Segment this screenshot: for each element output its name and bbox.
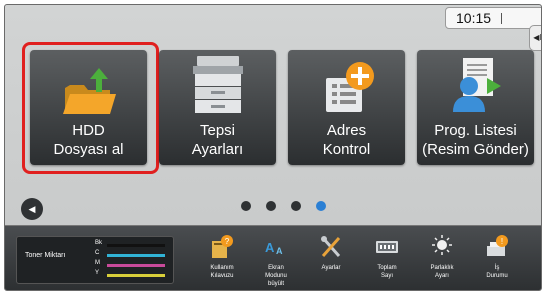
- button-label: İş Durumu: [470, 264, 524, 280]
- counter-icon: [376, 241, 398, 253]
- tile-label: Tepsi Ayarları: [159, 121, 276, 159]
- tile-label: Prog. Listesi (Resim Gönder): [417, 121, 534, 159]
- toner-row-m: M: [95, 260, 171, 270]
- status-clock: 10:15: [445, 7, 541, 29]
- label-line: Ayarı: [435, 273, 449, 279]
- side-panel-toggle[interactable]: ◀‖: [529, 25, 541, 51]
- toner-level-panel[interactable]: Toner Miktarı Bk C M Y: [16, 236, 174, 284]
- button-label: Kullanım Kılavuzu: [195, 264, 249, 280]
- selection-highlight: [22, 42, 159, 174]
- label-line: Parlaklık: [430, 265, 454, 271]
- toner-label: M: [95, 260, 100, 266]
- button-label: Parlaklık Ayarı: [415, 264, 469, 280]
- toner-row-c: C: [95, 250, 171, 260]
- clock-divider: [501, 13, 503, 24]
- job-status-button[interactable]: ! İş Durumu: [470, 234, 524, 290]
- toner-bar: [107, 254, 165, 257]
- svg-text:A: A: [276, 246, 283, 256]
- page-dot[interactable]: [266, 201, 276, 211]
- wrench-screwdriver-icon: [321, 236, 341, 257]
- text-magnify-icon: A A: [265, 240, 283, 256]
- brightness-button[interactable]: Parlaklık Ayarı: [415, 234, 469, 290]
- svg-text:A: A: [265, 240, 275, 255]
- previous-page-button[interactable]: ◀: [21, 198, 43, 220]
- toner-bar: [107, 244, 165, 247]
- job-status-icon: !: [487, 235, 508, 256]
- tile-label-line2: Ayarları: [191, 141, 244, 158]
- tile-label-line2: (Resim Gönder): [422, 141, 529, 158]
- toner-label: Y: [95, 270, 100, 276]
- magnify-screen-button[interactable]: A A Ekran Modunu büyült: [249, 234, 303, 290]
- system-footer: Toner Miktarı Bk C M Y ? Kullanım Kılavu…: [5, 225, 541, 290]
- toner-row-y: Y: [95, 270, 171, 280]
- address-book-add-icon: [326, 62, 374, 112]
- tile-label-line1: Tepsi: [199, 122, 236, 139]
- tile-adres-kontrol[interactable]: Adres Kontrol: [288, 50, 405, 165]
- label-line: Ekran: [268, 265, 284, 271]
- label-line: büyült: [267, 281, 284, 287]
- toner-label: C: [95, 250, 100, 256]
- page-dot-active[interactable]: [316, 201, 326, 211]
- brightness-icon: [432, 235, 452, 255]
- button-label: Ekran Modunu büyült: [249, 264, 303, 288]
- tile-prog-listesi[interactable]: Prog. Listesi (Resim Gönder): [417, 50, 534, 165]
- tile-label-line2: Kontrol: [322, 141, 371, 158]
- tile-tepsi-ayarlari[interactable]: Tepsi Ayarları: [159, 50, 276, 165]
- button-label: Ayarlar: [304, 264, 358, 272]
- toner-bar: [107, 264, 165, 267]
- toner-row-bk: Bk: [95, 240, 171, 250]
- label-line: Sayı: [380, 273, 393, 279]
- tile-label-line1: Prog. Listesi: [434, 122, 517, 139]
- label-line: Modunu: [265, 273, 287, 279]
- label-line: İş: [494, 265, 500, 271]
- label-line: Toplam: [377, 265, 397, 271]
- svg-text:!: !: [501, 237, 503, 246]
- button-label: Toplam Sayı: [360, 264, 414, 280]
- program-list-user-icon: [453, 58, 501, 112]
- tile-label: Adres Kontrol: [288, 121, 405, 159]
- page-dot[interactable]: [241, 201, 251, 211]
- toner-bar: [107, 274, 165, 277]
- total-count-button[interactable]: Toplam Sayı: [360, 234, 414, 290]
- main-screen: 10:15 ◀‖ HDD Dosyası al Tepsi Ayarları A…: [4, 4, 542, 291]
- label-line: Ayarlar: [321, 265, 341, 271]
- settings-button[interactable]: Ayarlar: [304, 234, 358, 290]
- user-guide-button[interactable]: ? Kullanım Kılavuzu: [195, 234, 249, 290]
- label-line: Durumu: [486, 273, 508, 279]
- toner-label: Bk: [95, 240, 103, 246]
- page-dot[interactable]: [291, 201, 301, 211]
- tile-label-line1: Adres: [326, 122, 367, 139]
- svg-text:?: ?: [225, 237, 230, 246]
- clock-time: 10:15: [456, 10, 492, 26]
- label-line: Kılavuzu: [210, 273, 234, 279]
- printer-tray-icon: [193, 56, 243, 113]
- book-question-icon: ?: [212, 235, 233, 258]
- label-line: Kullanım: [210, 265, 234, 271]
- toner-title: Toner Miktarı: [25, 252, 66, 259]
